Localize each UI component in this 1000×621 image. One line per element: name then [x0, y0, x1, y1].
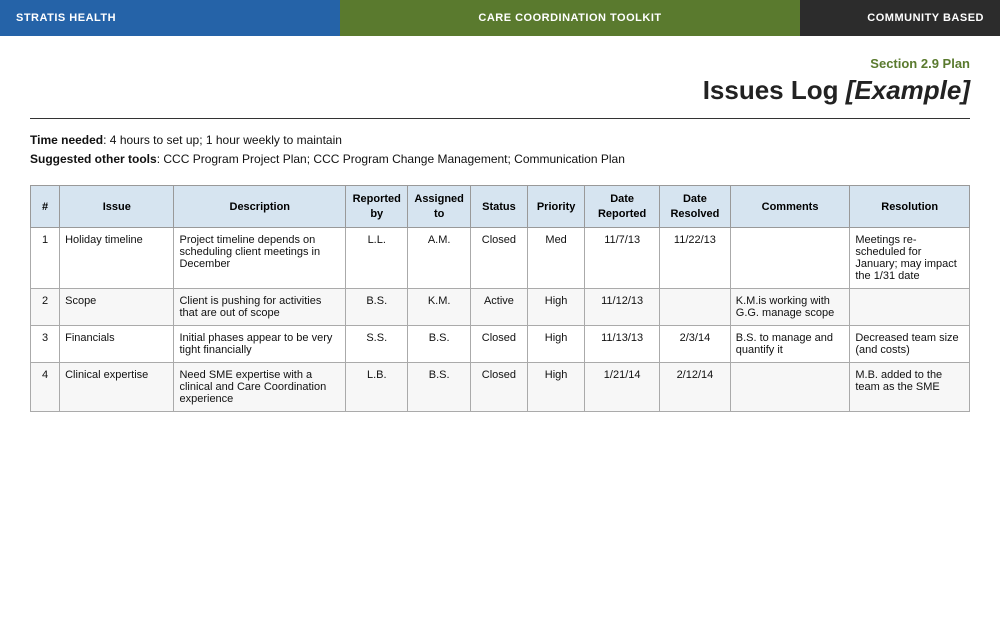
table-cell: Meetings re-scheduled for January; may i… [850, 227, 970, 288]
table-cell: B.S. [408, 362, 470, 411]
table-cell: Decreased team size (and costs) [850, 325, 970, 362]
table-cell: Initial phases appear to be very tight f… [174, 325, 346, 362]
table-cell: Active [470, 288, 527, 325]
table-cell: B.S. [346, 288, 408, 325]
header-center: CARE COORDINATION TOOLKIT [340, 0, 800, 36]
table-cell: Financials [60, 325, 174, 362]
col-header-assigned: Assigned to [408, 186, 470, 228]
table-cell: 11/13/13 [585, 325, 660, 362]
info-line2: Suggested other tools: CCC Program Proje… [30, 150, 970, 169]
col-header-date-resolved: Date Resolved [660, 186, 731, 228]
table-cell: K.M.is working with G.G. manage scope [730, 288, 850, 325]
table-cell: 2/12/14 [660, 362, 731, 411]
table-cell: Closed [470, 362, 527, 411]
table-cell: 2/3/14 [660, 325, 731, 362]
table-cell: A.M. [408, 227, 470, 288]
col-header-reported: Reported by [346, 186, 408, 228]
table-row: 1Holiday timelineProject timeline depend… [31, 227, 970, 288]
table-cell: Closed [470, 227, 527, 288]
table-cell: B.S. to manage and quantify it [730, 325, 850, 362]
table-cell: 11/22/13 [660, 227, 731, 288]
issues-table: # Issue Description Reported by Assigned… [30, 185, 970, 412]
header-left: STRATIS HEALTH [0, 0, 340, 36]
table-cell [850, 288, 970, 325]
table-cell: M.B. added to the team as the SME [850, 362, 970, 411]
table-cell: Client is pushing for activities that ar… [174, 288, 346, 325]
title-divider [30, 118, 970, 119]
table-cell: L.L. [346, 227, 408, 288]
main-content: Section 2.9 Plan Issues Log [Example] Ti… [0, 36, 1000, 432]
toolkit-label: CARE COORDINATION TOOLKIT [478, 12, 661, 24]
col-header-desc: Description [174, 186, 346, 228]
table-cell [730, 227, 850, 288]
table-cell: 2 [31, 288, 60, 325]
table-cell: Closed [470, 325, 527, 362]
table-cell: Clinical expertise [60, 362, 174, 411]
table-cell: High [528, 362, 585, 411]
table-cell: 1 [31, 227, 60, 288]
col-header-num: # [31, 186, 60, 228]
table-cell: Scope [60, 288, 174, 325]
table-cell: S.S. [346, 325, 408, 362]
table-cell: 11/12/13 [585, 288, 660, 325]
table-cell: Holiday timeline [60, 227, 174, 288]
header-right: COMMUNITY BASED [800, 0, 1000, 36]
col-header-priority: Priority [528, 186, 585, 228]
col-header-comments: Comments [730, 186, 850, 228]
col-header-status: Status [470, 186, 527, 228]
table-cell: 3 [31, 325, 60, 362]
community-label: COMMUNITY BASED [867, 12, 984, 24]
table-cell: Project timeline depends on scheduling c… [174, 227, 346, 288]
info-line1: Time needed: 4 hours to set up; 1 hour w… [30, 131, 970, 150]
col-header-date-reported: Date Reported [585, 186, 660, 228]
table-cell: High [528, 288, 585, 325]
table-cell: L.B. [346, 362, 408, 411]
table-row: 3FinancialsInitial phases appear to be v… [31, 325, 970, 362]
table-cell: 4 [31, 362, 60, 411]
table-row: 4Clinical expertiseNeed SME expertise wi… [31, 362, 970, 411]
col-header-issue: Issue [60, 186, 174, 228]
col-header-resolution: Resolution [850, 186, 970, 228]
table-cell [730, 362, 850, 411]
table-cell: Need SME expertise with a clinical and C… [174, 362, 346, 411]
table-cell: High [528, 325, 585, 362]
app-header: STRATIS HEALTH CARE COORDINATION TOOLKIT… [0, 0, 1000, 36]
table-cell: 1/21/14 [585, 362, 660, 411]
table-cell: B.S. [408, 325, 470, 362]
page-title: Issues Log [Example] [30, 75, 970, 106]
table-cell: K.M. [408, 288, 470, 325]
table-row: 2ScopeClient is pushing for activities t… [31, 288, 970, 325]
table-cell [660, 288, 731, 325]
stratis-health-label: STRATIS HEALTH [16, 12, 116, 24]
table-header-row: # Issue Description Reported by Assigned… [31, 186, 970, 228]
section-label: Section 2.9 Plan [30, 56, 970, 71]
table-cell: 11/7/13 [585, 227, 660, 288]
table-cell: Med [528, 227, 585, 288]
info-block: Time needed: 4 hours to set up; 1 hour w… [30, 131, 970, 169]
